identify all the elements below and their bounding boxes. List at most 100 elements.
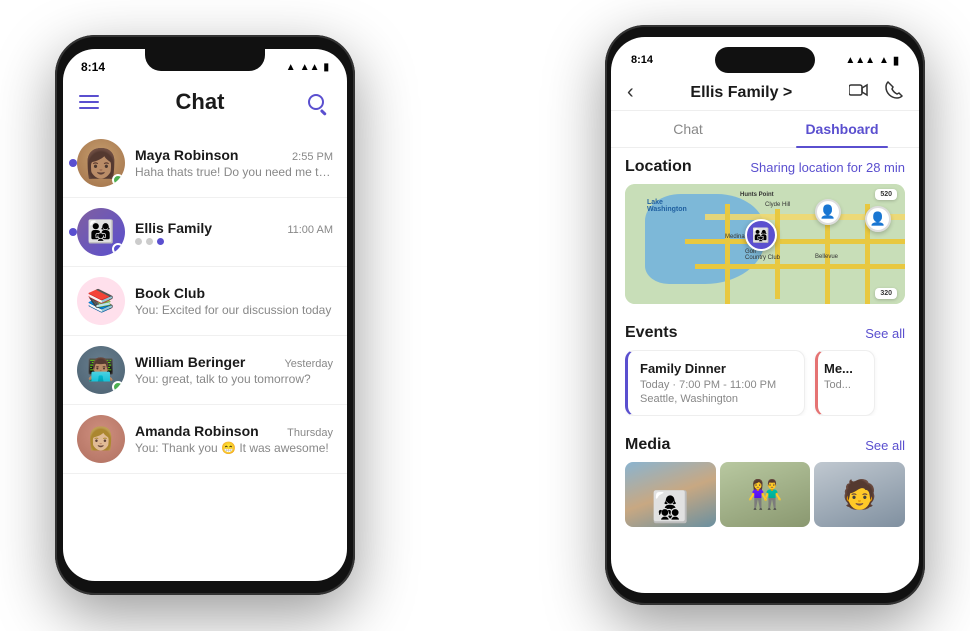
william-chat-info: William Beringer Yesterday You: great, t… <box>135 354 333 386</box>
chat-item-book[interactable]: 📚 Book Club You: Excited for our discuss… <box>63 267 347 336</box>
location-section: Location Sharing location for 28 min <box>611 148 919 314</box>
pin3-emoji: 👤 <box>870 211 886 227</box>
battery-icon: ▮ <box>323 62 329 73</box>
typing-dot-2 <box>146 238 153 245</box>
video-call-button[interactable] <box>849 83 869 102</box>
typing-dot-1 <box>135 238 142 245</box>
voice-call-button[interactable] <box>885 81 903 104</box>
maya-preview: Haha thats true! Do you need me to pic..… <box>135 165 333 179</box>
back-button[interactable]: ‹ <box>627 81 634 104</box>
family-pin-emoji: 👨‍👩‍👧 <box>752 227 769 244</box>
media-thumb-2-emoji: 👫 <box>748 478 783 511</box>
map-label-medina: Medina <box>725 234 745 240</box>
map-label-lake: LakeWashington <box>647 199 687 213</box>
map-zoom-label: 320 <box>875 288 897 299</box>
william-status-dot <box>112 381 124 393</box>
dashboard-content: Location Sharing location for 28 min <box>611 148 919 574</box>
chat-title: Chat <box>176 89 225 115</box>
media-thumb-2[interactable]: 👫 <box>720 462 811 527</box>
event-card-partial[interactable]: Me... Tod... <box>815 350 875 416</box>
menu-line-3 <box>79 107 99 109</box>
media-thumb-3-emoji: 🧑 <box>842 478 877 511</box>
amanda-name-row: Amanda Robinson Thursday <box>135 423 333 439</box>
search-button[interactable] <box>301 87 331 117</box>
book-preview: You: Excited for our discussion today <box>135 303 333 317</box>
event-partial-time: Tod... <box>824 379 868 391</box>
william-time: Yesterday <box>284 358 333 370</box>
media-thumb-1-emoji: 👩‍👧‍👦 <box>652 490 689 527</box>
search-icon <box>308 94 324 110</box>
right-battery-icon: ▮ <box>893 54 899 67</box>
pin2-emoji: 👤 <box>820 204 836 220</box>
right-header: ‹ Ellis Family > <box>611 75 919 111</box>
maya-name: Maya Robinson <box>135 147 238 163</box>
typing-dot-3 <box>157 238 164 245</box>
avatar-amanda: 👩🏼 <box>77 415 125 463</box>
events-section: Events See all Family Dinner Today · 7:0… <box>611 314 919 426</box>
map-road-h2 <box>685 239 905 244</box>
map-background: LakeWashington Hunts Point Clyde Hill Me… <box>625 184 905 304</box>
avatar-book: 📚 <box>77 277 125 325</box>
media-grid: 👩‍👧‍👦 👫 🧑 <box>625 462 905 527</box>
media-see-all[interactable]: See all <box>865 438 905 453</box>
tabs: Chat Dashboard <box>611 111 919 148</box>
avatar-maya: 👩🏽 <box>77 139 125 187</box>
right-wifi-icon: ▲ <box>879 55 889 66</box>
menu-line-2 <box>79 101 99 103</box>
amanda-name: Amanda Robinson <box>135 423 259 439</box>
maya-name-row: Maya Robinson 2:55 PM <box>135 147 333 163</box>
tab-dashboard[interactable]: Dashboard <box>765 111 919 147</box>
ellis-time: 11:00 AM <box>287 224 333 236</box>
wifi-icon: ▲ <box>286 62 296 73</box>
media-title: Media <box>625 436 670 454</box>
ellis-avatar-emoji: 👨‍👩‍👧 <box>87 219 114 245</box>
ellis-name-row: Ellis Family 11:00 AM <box>135 220 333 236</box>
left-header: Chat <box>63 79 347 125</box>
tab-chat[interactable]: Chat <box>611 111 765 147</box>
map-view[interactable]: LakeWashington Hunts Point Clyde Hill Me… <box>625 184 905 304</box>
chat-item-maya[interactable]: 👩🏽 Maya Robinson 2:55 PM Haha thats true… <box>63 129 347 198</box>
unread-indicator <box>69 159 77 167</box>
chat-tab-label: Chat <box>673 121 703 137</box>
chat-item-william[interactable]: 👨🏽‍💻 William Beringer Yesterday You: gre… <box>63 336 347 405</box>
sharing-status: Sharing location for 28 min <box>750 160 905 175</box>
map-pin-family: 👨‍👩‍👧 <box>745 219 777 251</box>
avatar-william: 👨🏽‍💻 <box>77 346 125 394</box>
right-signal-icon: ▲▲▲ <box>845 55 875 66</box>
scene: 8:14 ▲ ▲▲ ▮ Chat <box>0 0 970 631</box>
amanda-chat-info: Amanda Robinson Thursday You: Thank you … <box>135 423 333 455</box>
dashboard-tab-label: Dashboard <box>805 121 878 137</box>
map-label-bellevue: Bellevue <box>815 254 838 260</box>
media-thumb-3[interactable]: 🧑 <box>814 462 905 527</box>
media-section: Media See all 👩‍👧‍👦 👫 <box>611 426 919 537</box>
events-title: Events <box>625 324 677 342</box>
media-thumb-1[interactable]: 👩‍👧‍👦 <box>625 462 716 527</box>
signal-icon: ▲▲ <box>300 62 320 73</box>
left-phone-screen: 8:14 ▲ ▲▲ ▮ Chat <box>63 49 347 581</box>
events-header: Events See all <box>625 324 905 342</box>
maya-time: 2:55 PM <box>292 151 333 163</box>
event-card-dinner[interactable]: Family Dinner Today · 7:00 PM - 11:00 PM… <box>625 350 805 416</box>
event-partial-title: Me... <box>824 361 868 376</box>
maya-status-dot <box>112 174 124 186</box>
map-road-v1 <box>725 204 730 304</box>
events-see-all[interactable]: See all <box>865 326 905 341</box>
menu-button[interactable] <box>79 95 99 109</box>
book-chat-info: Book Club You: Excited for our discussio… <box>135 285 333 317</box>
event-dinner-title: Family Dinner <box>640 361 792 376</box>
event-dinner-time: Today · 7:00 PM - 11:00 PM <box>640 379 792 391</box>
media-header: Media See all <box>625 436 905 454</box>
location-header: Location Sharing location for 28 min <box>625 158 905 176</box>
book-name: Book Club <box>135 285 205 301</box>
chat-item-amanda[interactable]: 👩🏼 Amanda Robinson Thursday You: Thank y… <box>63 405 347 474</box>
unread-indicator-ellis <box>69 228 77 236</box>
book-name-row: Book Club <box>135 285 333 301</box>
book-emoji: 📚 <box>87 288 114 314</box>
map-pin-2: 👤 <box>815 199 841 225</box>
maya-chat-info: Maya Robinson 2:55 PM Haha thats true! D… <box>135 147 333 179</box>
map-distance-label: 520 <box>875 189 897 200</box>
william-name-row: William Beringer Yesterday <box>135 354 333 370</box>
chat-item-ellis[interactable]: 👨‍👩‍👧 Ellis Family 11:00 AM <box>63 198 347 267</box>
header-actions <box>849 81 903 104</box>
map-label-hts: Hunts Point <box>740 192 774 198</box>
